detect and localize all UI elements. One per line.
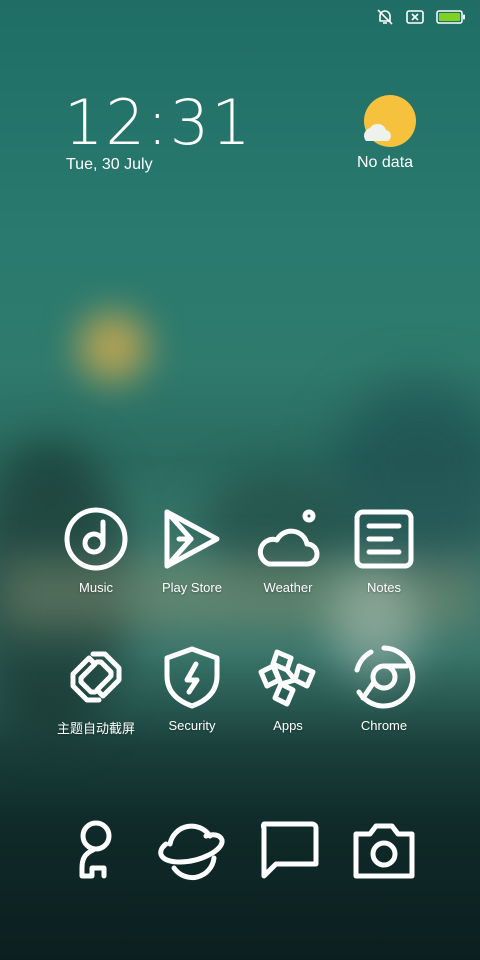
app-label-weather: Weather — [263, 580, 313, 595]
weather-status[interactable]: No data — [357, 154, 413, 172]
dock-contacts[interactable] — [48, 816, 144, 888]
app-chrome[interactable]: Chrome — [336, 644, 432, 733]
app-play-store[interactable]: Play Store — [144, 506, 240, 595]
app-label-music: Music — [79, 580, 113, 595]
dock-camera[interactable] — [336, 816, 432, 888]
contacts-icon — [79, 820, 112, 879]
notes-icon — [354, 509, 414, 569]
app-weather[interactable]: Weather — [240, 506, 336, 595]
app-theme-screenshot[interactable]: 主题自动截屏 — [48, 644, 144, 737]
app-label-apps: Apps — [273, 718, 303, 733]
clock-date[interactable]: Tue, 30 July — [66, 156, 153, 174]
shield-icon — [164, 646, 220, 709]
link-icon — [70, 651, 122, 703]
apps-icon — [258, 649, 316, 707]
app-security[interactable]: Security — [144, 644, 240, 733]
app-label-security: Security — [168, 718, 216, 733]
sun-cloud-icon[interactable] — [360, 95, 416, 149]
app-label-chrome: Chrome — [360, 718, 408, 733]
weather-icon — [257, 509, 320, 567]
app-label-play-store: Play Store — [162, 580, 222, 595]
app-music[interactable]: Music — [48, 506, 144, 595]
app-apps[interactable]: Apps — [240, 644, 336, 733]
app-notes[interactable]: Notes — [336, 506, 432, 595]
clock-time[interactable]: 12:31 — [64, 90, 253, 156]
play-store-icon — [164, 509, 220, 569]
app-label-theme-screenshot: 主题自动截屏 — [56, 721, 135, 736]
wallpaper-sun — [78, 312, 148, 382]
battery-level — [439, 13, 460, 21]
battery-icon — [436, 10, 465, 24]
chrome-icon — [354, 645, 416, 709]
messages-icon — [260, 821, 319, 879]
status-bar — [0, 0, 480, 34]
app-label-notes: Notes — [367, 580, 401, 595]
browser-planet-icon — [158, 823, 225, 880]
music-icon — [64, 507, 128, 571]
notifications-off-icon — [377, 9, 393, 25]
dock-messages[interactable] — [240, 816, 336, 888]
camera-icon — [353, 823, 415, 879]
dock-browser[interactable] — [144, 816, 240, 888]
no-sim-icon — [406, 10, 424, 24]
